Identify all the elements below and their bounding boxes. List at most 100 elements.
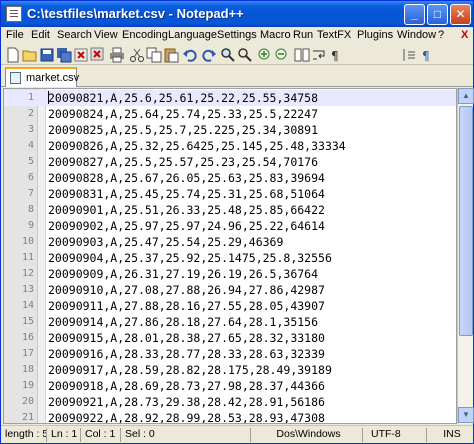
sync-icon[interactable] — [294, 47, 310, 63]
indent-guide-icon[interactable] — [401, 47, 417, 63]
menu-window[interactable]: Window — [397, 29, 436, 41]
editor-line[interactable]: 19 20090918,A,28.69,28.73,27.98,28.37,443… — [4, 378, 456, 394]
tab-label: market.csv — [26, 72, 80, 84]
redo-icon[interactable] — [200, 47, 216, 63]
cut-icon[interactable] — [129, 47, 145, 63]
save-icon[interactable] — [39, 47, 55, 63]
pilcrow-icon[interactable]: ¶ — [419, 47, 435, 63]
menu-language[interactable]: Language — [168, 29, 217, 41]
menu-bar: File Edit Search View Encoding Language … — [1, 27, 473, 45]
editor-line[interactable]: 2 20090824,A,25.64,25.74,25.33,25.5,22247 — [4, 106, 456, 122]
tab-market-csv[interactable]: market.csv — [5, 67, 80, 87]
save-all-icon[interactable] — [56, 47, 72, 63]
line-text: 20090826,A,25.32,25.6425,25.145,25.48,33… — [48, 139, 346, 153]
line-text: 20090917,A,28.59,28.82,28.175,28.49,3918… — [48, 363, 332, 377]
editor-line[interactable]: 17 20090916,A,28.33,28.77,28.33,28.63,323… — [4, 346, 456, 362]
menu-search[interactable]: Search — [57, 29, 92, 41]
notepadpp-window: C:\testfiles\market.csv - Notepad++ _ □ … — [0, 0, 474, 444]
editor-line[interactable]: 11 20090904,A,25.37,25.92,25.1475,25.8,32… — [4, 250, 456, 266]
editor-line[interactable]: 10 20090903,A,25.47,25.54,25.29,46369 — [4, 234, 456, 250]
menu-settings[interactable]: Settings — [217, 29, 257, 41]
copy-icon[interactable] — [146, 47, 162, 63]
editor-line[interactable]: 14 20090911,A,27.88,28.16,27.55,28.05,439… — [4, 298, 456, 314]
status-length: length : 53 — [3, 428, 47, 442]
line-text: 20090910,A,27.08,27.88,26.94,27.86,42987 — [48, 283, 325, 297]
status-insert-mode: INS — [443, 428, 461, 440]
editor-line[interactable]: 4 20090826,A,25.32,25.6425,25.145,25.48,3… — [4, 138, 456, 154]
editor-line[interactable]: 13 20090910,A,27.08,27.88,26.94,27.86,429… — [4, 282, 456, 298]
zoom-in-icon[interactable] — [257, 47, 273, 63]
line-text: 20090827,A,25.5,25.57,25.23,25.54,70176 — [48, 155, 319, 169]
line-text: 20090921,A,28.73,29.38,28.42,28.91,56186 — [48, 395, 325, 409]
line-number: 20 — [21, 396, 34, 407]
line-text: 20090902,A,25.97,25.97,24.96,25.22,64614 — [48, 219, 325, 233]
status-bar: length : 53 Ln : 1 Col : 1 Sel : 0 Dos\W… — [1, 425, 473, 443]
editor-line[interactable]: 8 20090901,A,25.51,26.33,25.48,25.85,6642… — [4, 202, 456, 218]
undo-icon[interactable] — [183, 47, 199, 63]
line-number: 5 — [27, 156, 34, 167]
title-bar[interactable]: C:\testfiles\market.csv - Notepad++ _ □ … — [1, 1, 473, 27]
menu-view[interactable]: View — [94, 29, 118, 41]
replace-icon[interactable] — [237, 47, 253, 63]
line-text: 20090831,A,25.45,25.74,25.31,25.68,51064 — [48, 187, 325, 201]
file-icon — [10, 72, 21, 84]
svg-text:¶: ¶ — [422, 49, 430, 63]
minimize-button[interactable]: _ — [404, 4, 425, 25]
editor-line[interactable]: 1 20090821,A,25.6,25.61,25.22,25.55,34758 — [4, 90, 456, 106]
line-number: 16 — [21, 332, 34, 343]
menu-macro[interactable]: Macro — [260, 29, 291, 41]
open-folder-icon[interactable] — [22, 47, 38, 63]
maximize-button[interactable]: □ — [427, 4, 448, 25]
editor-line[interactable]: 9 20090902,A,25.97,25.97,24.96,25.22,6461… — [4, 218, 456, 234]
find-icon[interactable] — [220, 47, 236, 63]
status-encoding: UTF-8 — [365, 428, 427, 442]
line-number: 19 — [21, 380, 34, 391]
close-all-icon[interactable] — [90, 47, 106, 63]
editor-line[interactable]: 21 20090922,A,28.92,28.99,28.53,28.93,473… — [4, 410, 456, 423]
line-text: 20090909,A,26.31,27.19,26.19,26.5,36764 — [48, 267, 319, 281]
editor-line[interactable]: 18 20090917,A,28.59,28.82,28.175,28.49,39… — [4, 362, 456, 378]
close-document-button[interactable]: X — [461, 29, 468, 41]
show-all-chars-icon[interactable]: ¶ — [328, 47, 344, 63]
line-number: 11 — [21, 252, 34, 263]
new-file-icon[interactable] — [5, 47, 21, 63]
status-selection: Sel : 0 — [123, 428, 251, 442]
close-file-icon[interactable] — [73, 47, 89, 63]
line-text: 20090824,A,25.64,25.74,25.33,25.5,22247 — [48, 107, 319, 121]
text-editor[interactable]: 1 20090821,A,25.6,25.61,25.22,25.55,34758… — [3, 88, 457, 424]
line-text: 20090915,A,28.01,28.38,27.65,28.32,33180 — [48, 331, 325, 345]
editor-line[interactable]: 7 20090831,A,25.45,25.74,25.31,25.68,5106… — [4, 186, 456, 202]
menu-plugins[interactable]: Plugins — [357, 29, 393, 41]
zoom-out-icon[interactable] — [274, 47, 290, 63]
scroll-thumb[interactable] — [459, 106, 473, 336]
paste-icon[interactable] — [163, 47, 179, 63]
editor-line[interactable]: 12 20090909,A,26.31,27.19,26.19,26.5,3676… — [4, 266, 456, 282]
menu-help[interactable]: ? — [438, 29, 444, 41]
line-number: 13 — [21, 284, 34, 295]
scroll-down-button[interactable]: ▼ — [458, 407, 474, 423]
line-number: 15 — [21, 316, 34, 327]
line-number: 1 — [27, 92, 34, 103]
print-icon[interactable] — [109, 47, 125, 63]
line-text: 20090916,A,28.33,28.77,28.33,28.63,32339 — [48, 347, 325, 361]
editor-line[interactable]: 6 20090828,A,25.67,26.05,25.63,25.83,3969… — [4, 170, 456, 186]
line-number: 17 — [21, 348, 34, 359]
wrap-icon[interactable] — [311, 47, 327, 63]
editor-line[interactable]: 20 20090921,A,28.73,29.38,28.42,28.91,561… — [4, 394, 456, 410]
close-button[interactable]: ✕ — [450, 4, 471, 25]
menu-edit[interactable]: Edit — [31, 29, 50, 41]
text-caret — [48, 91, 49, 104]
menu-textfx[interactable]: TextFX — [317, 29, 351, 41]
line-number: 8 — [27, 204, 34, 215]
editor-line[interactable]: 15 20090914,A,27.86,28.18,27.64,28.1,3515… — [4, 314, 456, 330]
scroll-up-button[interactable]: ▲ — [458, 88, 474, 104]
editor-line[interactable]: 3 20090825,A,25.5,25.7,25.225,25.34,30891 — [4, 122, 456, 138]
vertical-scrollbar[interactable]: ▲ ▼ — [457, 88, 474, 424]
line-number: 10 — [21, 236, 34, 247]
menu-encoding[interactable]: Encoding — [122, 29, 168, 41]
menu-run[interactable]: Run — [293, 29, 313, 41]
menu-file[interactable]: File — [6, 29, 24, 41]
line-number: 9 — [27, 220, 34, 231]
editor-line[interactable]: 16 20090915,A,28.01,28.38,27.65,28.32,331… — [4, 330, 456, 346]
editor-line[interactable]: 5 20090827,A,25.5,25.57,25.23,25.54,70176 — [4, 154, 456, 170]
